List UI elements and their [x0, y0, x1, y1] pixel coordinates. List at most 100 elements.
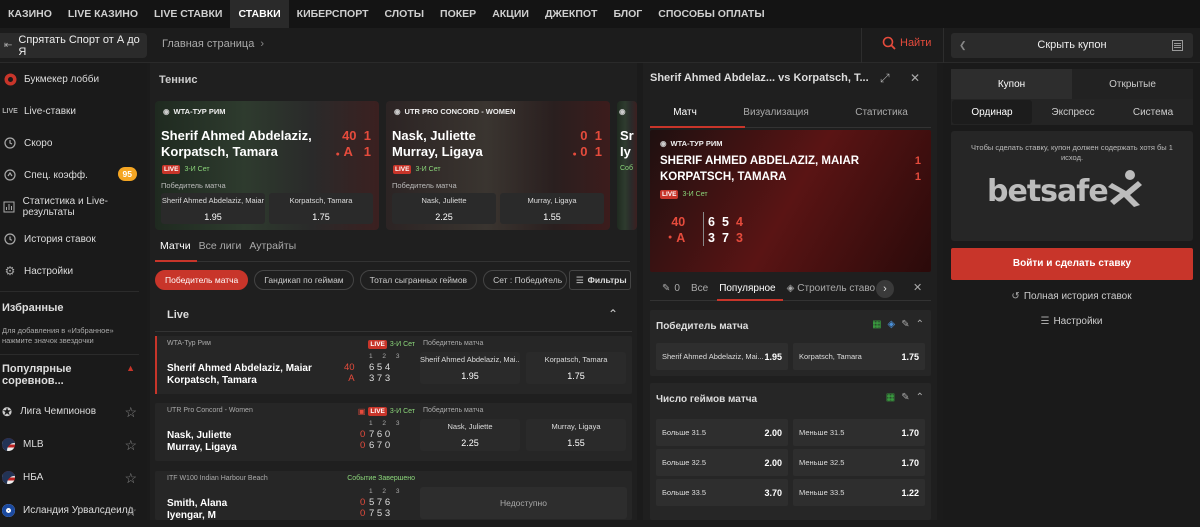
competition-label: НБА — [23, 472, 44, 483]
usa-flag-icon — [2, 438, 15, 451]
odds-button[interactable]: Больше 33.5 3.70 — [656, 479, 788, 506]
odds-button[interactable]: Меньше 33.5 1.22 — [793, 479, 925, 506]
tab-all-leagues[interactable]: Все лиги — [199, 240, 242, 252]
odds-button[interactable]: Nask, Juliette 2.25 — [392, 193, 496, 224]
competition-item[interactable]: ✪ Лига Чемпионов ☆ — [0, 395, 147, 428]
star-icon[interactable]: ☆ — [124, 404, 137, 421]
featured-match-card[interactable]: ◉ UTR PRO CONCORD - WOMEN Nask, Juliette … — [386, 101, 610, 230]
tab-coupon[interactable]: Купон — [951, 69, 1072, 99]
match-row[interactable]: UTR Pro Concord - Women ▣ LIVE 3-И Сет Поб… — [155, 403, 632, 461]
odds-button[interactable]: Nask, Juliette 2.25 — [420, 419, 520, 451]
match-row[interactable]: ITF W100 Indian Harbour Beach Событие За… — [155, 471, 632, 521]
chevron-right-icon[interactable]: › — [876, 280, 894, 298]
hide-coupon-button[interactable]: ❮ Скрыть купон — [951, 33, 1193, 58]
breadcrumb[interactable]: Главная страница › — [162, 38, 264, 50]
sidebar-item-stats[interactable]: Статистика и Live-результаты — [0, 191, 147, 223]
nav-poker[interactable]: ПОКЕР — [432, 0, 484, 28]
competition-item[interactable]: MLB ☆ — [0, 428, 147, 461]
sidebar-item-lobby[interactable]: Букмекер лобби — [0, 63, 147, 95]
tab-all[interactable]: Все — [691, 283, 708, 294]
tab-outrights[interactable]: Аутрайты — [249, 240, 296, 252]
featured-match-card[interactable]: ◉ WTA-ТУР РИМ Sherif Ahmed Abdelaziz, Kor… — [155, 101, 379, 230]
tab-visualization[interactable]: Визуализация — [743, 107, 808, 118]
divider — [943, 28, 944, 63]
odds-button[interactable]: Sherif Ahmed Abdelaziz, Mai... 1.95 — [656, 343, 788, 370]
nav-payments[interactable]: СПОСОБЫ ОПЛАТЫ — [650, 0, 772, 28]
sidebar-item-special-odds[interactable]: Спец. коэфф. 95 — [0, 159, 147, 191]
odds-button[interactable]: Sherif Ahmed Abdelaziz, Mai... 1.95 — [420, 352, 520, 384]
collapse-all-icon[interactable]: ✕ — [913, 281, 922, 294]
nav-esports[interactable]: КИБЕРСПОРТ — [289, 0, 377, 28]
filter-chip[interactable]: Гандикап по геймам — [254, 270, 354, 290]
popular-header[interactable]: Популярные соревнов... ▲ — [0, 355, 147, 387]
nav-promos[interactable]: АКЦИИ — [484, 0, 537, 28]
filters-button[interactable]: ☰ Фильтры — [569, 270, 631, 290]
bet-builder-icon[interactable]: ◈ — [888, 319, 896, 330]
tab-open-bets[interactable]: Открытые — [1072, 69, 1193, 99]
tab-statistics[interactable]: Статистика — [855, 107, 908, 118]
odds-button[interactable]: Меньше 32.5 1.70 — [793, 449, 925, 476]
star-icon[interactable]: ☆ — [124, 437, 137, 454]
tab-system[interactable]: Система — [1113, 99, 1193, 125]
star-icon[interactable]: ☆ — [124, 503, 137, 520]
odds-button[interactable]: Больше 32.5 2.00 — [656, 449, 788, 476]
live-section-header[interactable]: Live ⌃ — [155, 299, 632, 332]
odds-button[interactable]: Больше 31.5 2.00 — [656, 419, 788, 446]
chevron-up-icon[interactable]: ⌃ — [916, 392, 924, 403]
pin-icon[interactable]: ✎ — [901, 392, 909, 403]
odds-button[interactable]: Меньше 31.5 1.70 — [793, 419, 925, 446]
tab-matches[interactable]: Матчи — [160, 240, 191, 252]
featured-match-card[interactable]: ◉ Sr Iy Соб — [617, 101, 637, 230]
close-icon[interactable]: ✕ — [910, 71, 920, 85]
sidebar-item-history[interactable]: История ставок — [0, 223, 147, 255]
match-row[interactable]: WTA-Тур Рим LIVE 3-И Сет Победитель матча… — [155, 336, 632, 394]
chevron-right-icon[interactable]: › — [544, 274, 547, 285]
pin-icon[interactable]: ✎ — [901, 319, 909, 330]
nav-live-bets[interactable]: LIVE СТАВКИ — [146, 0, 230, 28]
expand-icon[interactable]: ⤢ — [880, 71, 890, 86]
odds-button[interactable]: Murray, Ligaya 1.55 — [500, 193, 604, 224]
active-tab-indicator — [155, 260, 197, 262]
filter-chip[interactable]: Тотал сыгранных геймов — [359, 270, 478, 290]
odds-button[interactable]: Korpatsch, Tamara 1.75 — [526, 352, 626, 384]
hide-sports-button[interactable]: ⇤ Спрятать Спорт от А до Я — [0, 33, 147, 58]
points: 00 — [360, 497, 366, 519]
tab-pinned[interactable]: ✎ 0 — [662, 283, 680, 294]
divider — [650, 300, 931, 301]
filter-chip[interactable]: Победитель матча — [155, 270, 249, 290]
nav-casino[interactable]: КАЗИНО — [0, 0, 60, 28]
star-icon[interactable]: ☆ — [124, 470, 137, 487]
tab-accumulator[interactable]: Экспресс — [1033, 99, 1113, 125]
full-history-link[interactable]: ↺ Полная история ставок — [943, 291, 1200, 302]
nav-jackpot[interactable]: ДЖЕКПОТ — [537, 0, 606, 28]
breadcrumb-home[interactable]: Главная страница — [162, 38, 254, 50]
login-and-bet-button[interactable]: Войти и сделать ставку — [951, 248, 1193, 280]
nav-blog[interactable]: БЛОГ — [605, 0, 650, 28]
coupon-settings-link[interactable]: ☰ Настройки — [943, 316, 1200, 327]
nav-slots[interactable]: СЛОТЫ — [376, 0, 432, 28]
nav-bets[interactable]: СТАВКИ — [230, 0, 289, 28]
odds-button[interactable]: Korpatsch, Tamara 1.75 — [269, 193, 373, 224]
tab-match[interactable]: Матч — [673, 107, 697, 118]
tab-bet-builder[interactable]: ◈ Строитель ставо — [787, 283, 876, 294]
history-icon: ↺ — [1011, 291, 1020, 302]
odds-button[interactable]: Korpatsch, Tamara 1.75 — [793, 343, 925, 370]
sidebar-item-settings[interactable]: ⚙ Настройки — [0, 255, 147, 287]
stats-icon[interactable]: ▦ — [872, 319, 881, 330]
filter-chip[interactable]: Сет : Победитель — [483, 270, 568, 290]
search-button[interactable]: Найти — [882, 36, 931, 50]
stats-icon[interactable]: ▦ — [886, 392, 895, 403]
chevron-up-icon[interactable]: ⌃ — [916, 319, 924, 330]
market-tools: ▦ ◈ ✎ ⌃ — [872, 319, 924, 330]
sidebar-item-live[interactable]: LIVE Live-ставки — [0, 95, 147, 127]
nav-live-casino[interactable]: LIVE КАЗИНО — [60, 0, 146, 28]
sidebar-item-soon[interactable]: Скоро — [0, 127, 147, 159]
competition-item[interactable]: Исландия Урвалсдеилд ☆ — [0, 494, 147, 527]
odds-button[interactable]: Murray, Ligaya 1.55 — [526, 419, 626, 451]
tab-single[interactable]: Ординар — [952, 100, 1032, 124]
tab-popular[interactable]: Популярное — [719, 283, 775, 294]
tennis-ball-icon: ◉ — [660, 139, 667, 148]
divider — [861, 28, 862, 63]
competition-item[interactable]: НБА ☆ — [0, 461, 147, 494]
odds-button[interactable]: Sherif Ahmed Abdelaziz, Maiar 1.95 — [161, 193, 265, 224]
